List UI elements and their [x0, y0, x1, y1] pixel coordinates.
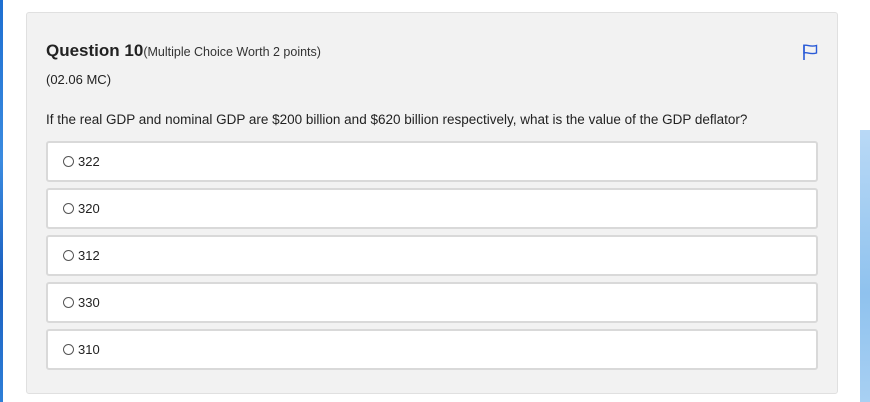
answer-option-label: 330	[78, 295, 100, 310]
question-text: If the real GDP and nominal GDP are $200…	[46, 112, 748, 127]
radio-button[interactable]	[63, 203, 74, 214]
question-worth: (Multiple Choice Worth 2 points)	[143, 45, 321, 59]
left-edge-decoration	[0, 0, 3, 402]
radio-button[interactable]	[63, 344, 74, 355]
answer-option-label: 312	[78, 248, 100, 263]
answer-option[interactable]: 322	[46, 141, 818, 182]
answer-option-label: 322	[78, 154, 100, 169]
question-card: Question 10 (Multiple Choice Worth 2 poi…	[26, 12, 838, 394]
answer-option-label: 310	[78, 342, 100, 357]
question-title: Question 10	[46, 41, 144, 60]
answer-option-label: 320	[78, 201, 100, 216]
radio-button[interactable]	[63, 297, 74, 308]
answer-options: 322 320 312 330 310	[46, 141, 818, 376]
page: Question 10 (Multiple Choice Worth 2 poi…	[0, 0, 870, 402]
question-code: (02.06 MC)	[46, 72, 112, 87]
question-header: Question 10 (Multiple Choice Worth 2 poi…	[46, 41, 321, 61]
answer-option[interactable]: 312	[46, 235, 818, 276]
right-edge-decoration	[860, 130, 870, 402]
flag-icon[interactable]	[801, 43, 819, 61]
answer-option[interactable]: 320	[46, 188, 818, 229]
answer-option[interactable]: 330	[46, 282, 818, 323]
radio-button[interactable]	[63, 156, 74, 167]
radio-button[interactable]	[63, 250, 74, 261]
answer-option[interactable]: 310	[46, 329, 818, 370]
